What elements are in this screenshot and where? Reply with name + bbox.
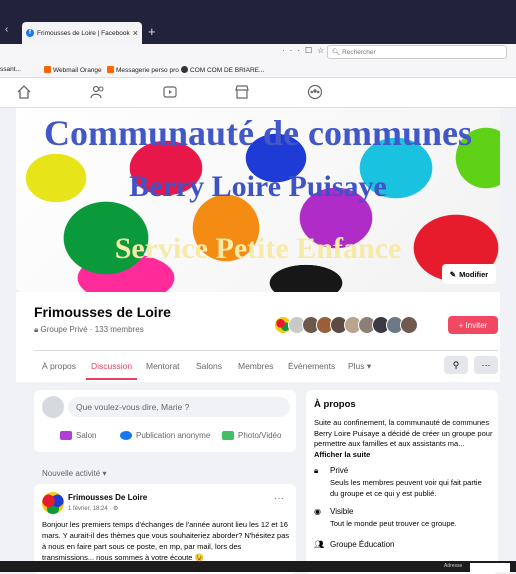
tab-members[interactable]: Membres: [238, 361, 273, 371]
cover-line-1: Communauté de communes: [44, 113, 472, 153]
post-body: Bonjour les premiers temps d'échanges de…: [42, 520, 290, 562]
feed-sort-dropdown[interactable]: Nouvelle activité ▾: [42, 469, 107, 478]
browser-tab-bar: ‹ f Frimousses de Loire | Facebook × +: [0, 0, 516, 44]
cover-line-2: Berry Loire Puisaye: [129, 170, 387, 203]
category-title: Groupe Éducation: [330, 540, 395, 549]
bookmarks-bar: ssant... Webmail Orange Messagerie perso…: [0, 62, 516, 78]
tab-scroll-left-icon[interactable]: ‹: [5, 24, 8, 35]
bookmark-messagerie[interactable]: Messagerie perso pro: [107, 66, 179, 74]
group-search-button[interactable]: ⚲: [444, 356, 468, 374]
groups-icon[interactable]: [307, 84, 323, 100]
about-title: À propos: [314, 399, 356, 410]
watch-icon[interactable]: [162, 84, 178, 100]
visible-detail: Tout le monde peut trouver ce groupe.: [330, 519, 457, 528]
cover-photo: Communauté de communes Berry Loire Puisa…: [16, 108, 500, 292]
new-tab-icon[interactable]: +: [148, 24, 156, 39]
group-meta: 🔒︎ Groupe Privé · 133 membres: [34, 325, 144, 334]
post-timestamp[interactable]: 1 février, 18:24 · ⚙: [68, 505, 118, 512]
edit-cover-button[interactable]: ✎ Modifier: [442, 264, 496, 284]
room-button[interactable]: Salon: [60, 431, 96, 440]
group-more-button[interactable]: ···: [474, 356, 498, 374]
composer-input[interactable]: Que voulez-vous dire, Marie ?: [68, 397, 290, 417]
see-more-link[interactable]: Afficher la suite: [314, 450, 370, 459]
more-icon: ···: [481, 360, 491, 370]
taskbar-address-field[interactable]: [470, 563, 510, 572]
search-icon: 🔍︎: [332, 49, 343, 56]
marketplace-icon[interactable]: [234, 84, 250, 100]
pencil-icon: ✎: [449, 269, 457, 279]
page-actions-icons[interactable]: ···☐☆: [282, 46, 329, 55]
bookmark-webmail[interactable]: Webmail Orange: [44, 66, 102, 74]
post-options-icon[interactable]: ···: [274, 493, 284, 504]
group-icon: 👥︎: [314, 540, 325, 549]
edit-cover-label: Modifier: [459, 269, 489, 279]
private-title: Privé: [330, 466, 349, 475]
search-placeholder: Rechercher: [342, 49, 376, 56]
group-name[interactable]: Frimousses de Loire: [34, 304, 171, 320]
friends-icon[interactable]: [90, 84, 106, 100]
photo-icon: [222, 431, 234, 440]
header-divider: [34, 350, 498, 351]
tab-rooms[interactable]: Salons: [196, 361, 222, 371]
room-icon: [60, 431, 72, 440]
photo-video-button[interactable]: Photo/Vidéo: [222, 431, 281, 440]
active-tab-indicator: [86, 378, 137, 380]
bookmark-item[interactable]: ssant...: [0, 66, 21, 73]
about-description: Suite au confinement, la communauté de c…: [314, 418, 493, 459]
search-icon: ⚲: [452, 359, 460, 370]
close-tab-icon[interactable]: ×: [133, 28, 138, 38]
os-taskbar: Adresse: [0, 561, 516, 572]
visible-title: Visible: [330, 507, 354, 516]
facebook-favicon-icon: f: [26, 29, 34, 37]
bookmark-comcom[interactable]: COM COM DE BRIARE...: [181, 66, 264, 74]
lock-icon: 🔒︎: [314, 466, 319, 475]
invite-button[interactable]: + Inviter: [448, 316, 498, 334]
avatar[interactable]: [400, 316, 418, 334]
browser-search-input[interactable]: 🔍︎ Rechercher: [327, 45, 507, 59]
post-author[interactable]: Frimousses De Loire: [68, 493, 147, 502]
private-detail: Seuls les membres peuvent voir qui fait …: [330, 478, 482, 498]
eye-icon: ◉: [314, 507, 321, 516]
cover-line-3: Service Petite Enfance: [114, 232, 402, 265]
browser-tab[interactable]: f Frimousses de Loire | Facebook ×: [22, 22, 142, 44]
home-icon[interactable]: [16, 84, 32, 100]
anonymous-icon: [120, 431, 132, 440]
tab-about[interactable]: À propos: [42, 361, 76, 371]
tab-discussion[interactable]: Discussion: [91, 361, 132, 371]
tab-mentorship[interactable]: Mentorat: [146, 361, 180, 371]
taskbar-label: Adresse: [444, 563, 463, 569]
tab-more[interactable]: Plus ▾: [348, 361, 371, 372]
user-avatar[interactable]: [42, 396, 64, 418]
anonymous-post-button[interactable]: Publication anonyme: [120, 431, 210, 440]
facebook-top-nav: [0, 78, 516, 108]
tab-events[interactable]: Événements: [288, 361, 335, 371]
post-author-avatar[interactable]: [42, 492, 64, 514]
tab-title: Frimousses de Loire | Facebook: [37, 29, 130, 37]
